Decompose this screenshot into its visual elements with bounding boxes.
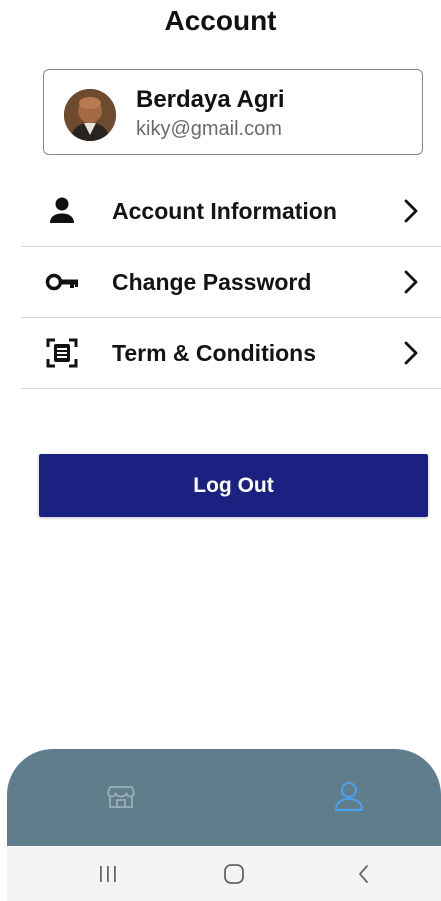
bottom-nav [7, 749, 441, 846]
logout-button[interactable]: Log Out [39, 454, 428, 517]
menu-list: Account Information Change Password Term… [21, 176, 441, 389]
menu-item-label: Change Password [112, 269, 312, 295]
menu-item-account-information[interactable]: Account Information [21, 176, 441, 247]
profile-card[interactable]: Berdaya Agri kiky@gmail.com [43, 69, 423, 155]
store-icon [104, 779, 138, 813]
profile-email: kiky@gmail.com [136, 118, 282, 140]
system-nav-bar [7, 846, 441, 901]
chevron-right-icon [403, 269, 419, 295]
person-icon [45, 196, 79, 226]
home-icon [222, 862, 246, 886]
back-button[interactable] [352, 862, 376, 886]
menu-item-label: Term & Conditions [112, 340, 317, 366]
nav-tab-account[interactable] [332, 779, 366, 813]
profile-name: Berdaya Agri [136, 86, 285, 113]
document-scan-icon [45, 338, 79, 368]
recent-apps-icon [96, 862, 120, 886]
chevron-right-icon [403, 340, 419, 366]
person-outline-icon [332, 779, 366, 813]
page-title: Account [164, 5, 277, 36]
menu-item-label: Account Information [112, 198, 337, 224]
menu-item-term-conditions[interactable]: Term & Conditions [21, 318, 441, 389]
chevron-right-icon [403, 198, 419, 224]
nav-tab-store[interactable] [104, 779, 138, 813]
home-button[interactable] [222, 862, 246, 886]
recent-apps-button[interactable] [96, 862, 120, 886]
avatar [64, 89, 116, 141]
back-icon [352, 862, 376, 886]
menu-item-change-password[interactable]: Change Password [21, 247, 441, 318]
key-icon [45, 267, 79, 297]
